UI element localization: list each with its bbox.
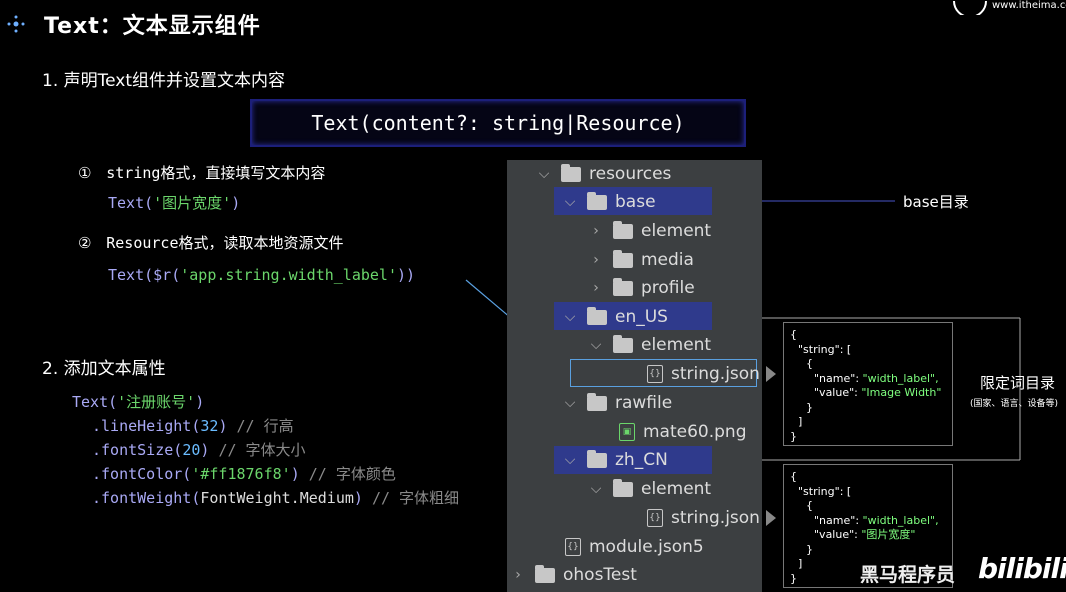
tree-item-ohostest[interactable]: › ohosTest (511, 561, 637, 589)
folder-icon (613, 334, 633, 353)
qualifier-label: 限定词目录 (980, 374, 1056, 392)
folder-icon (613, 249, 633, 268)
folder-icon (587, 449, 607, 468)
folder-icon (561, 163, 581, 182)
tree-item-en-us[interactable]: ⌵ en_US (563, 303, 668, 331)
tree-item-rawfile[interactable]: ⌵ rawfile (563, 389, 672, 417)
chevron-down-icon: ⌵ (564, 452, 576, 468)
chevron-down-icon: ⌵ (564, 309, 576, 325)
folder-icon (613, 478, 633, 497)
tree-item-zh-cn[interactable]: ⌵ zh_CN (563, 446, 668, 474)
json-file-icon: {} (565, 538, 581, 556)
image-file-icon: ▣ (619, 423, 635, 441)
base-dir-label: base目录 (903, 193, 969, 211)
json-box-en: { "string": [ { "name": "width_label", "… (783, 322, 953, 446)
project-tree: ⌵ resources ⌵ base › element › media › profil… (507, 160, 762, 592)
folder-icon (587, 306, 607, 325)
chevron-down-icon: ⌵ (590, 481, 602, 497)
folder-icon (613, 220, 633, 239)
chevron-down-icon: ⌵ (564, 194, 576, 210)
watermark-brand: 黑马程序员 (860, 564, 956, 586)
tree-item-element[interactable]: ⌵ element (589, 331, 711, 359)
folder-icon (535, 564, 555, 583)
folder-icon (587, 392, 607, 411)
chevron-down-icon: ⌵ (590, 337, 602, 353)
chevron-down-icon: ⌵ (538, 166, 550, 182)
json-file-icon: {} (647, 509, 663, 527)
tree-item-module-json5[interactable]: {} module.json5 (565, 533, 704, 561)
tree-item-base[interactable]: ⌵ base (563, 188, 656, 216)
tree-item-string-json[interactable]: {} string.json (647, 504, 760, 532)
qualifier-sublabel: (国家、语言、设备等) (970, 399, 1059, 409)
tree-item-profile[interactable]: › profile (589, 274, 695, 302)
folder-icon (613, 277, 633, 296)
watermark-platform: bilibili (978, 552, 1066, 585)
tree-item-resources[interactable]: ⌵ resources (537, 160, 671, 188)
tree-item-media[interactable]: › media (589, 246, 694, 274)
folder-icon (587, 191, 607, 210)
tree-item-element[interactable]: › element (589, 217, 711, 245)
chevron-right-icon: › (593, 252, 599, 268)
tree-item-element[interactable]: ⌵ element (589, 475, 711, 503)
tree-item-mate60[interactable]: ▣ mate60.png (619, 418, 747, 446)
json-file-icon: {} (647, 365, 663, 383)
chevron-right-icon: › (593, 223, 599, 239)
chevron-down-icon: ⌵ (564, 395, 576, 411)
chevron-right-icon: › (593, 280, 599, 296)
chevron-right-icon: › (515, 567, 521, 583)
tree-item-string-json[interactable]: {} string.json (647, 360, 760, 388)
